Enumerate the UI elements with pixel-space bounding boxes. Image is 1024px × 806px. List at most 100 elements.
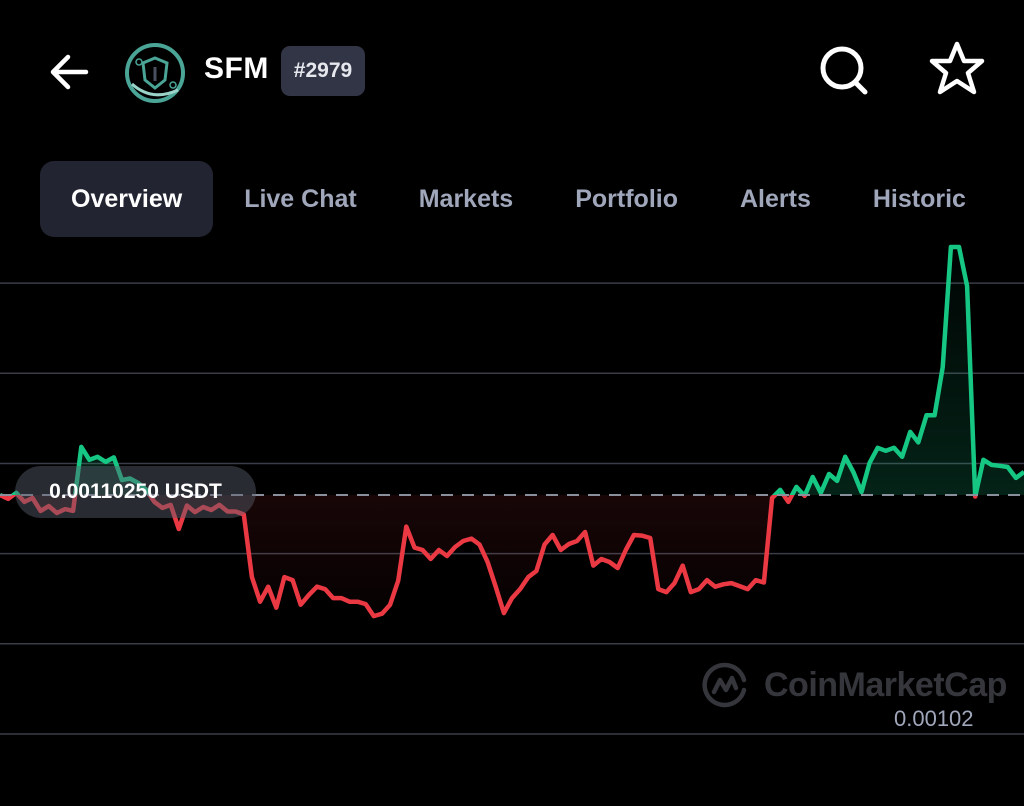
price-point	[6, 497, 10, 501]
price-point	[599, 557, 603, 561]
price-point	[827, 472, 831, 476]
price-point	[323, 587, 327, 591]
price-point	[282, 575, 286, 579]
price-point	[339, 596, 343, 600]
price-point	[949, 245, 953, 249]
price-point	[429, 557, 433, 561]
price-point	[258, 600, 262, 604]
price-point	[868, 461, 872, 465]
price-point	[673, 581, 677, 585]
price-point	[412, 546, 416, 550]
price-point	[689, 590, 693, 594]
price-point	[331, 596, 335, 600]
price-point	[551, 533, 555, 537]
price-point	[624, 548, 628, 552]
price-point	[876, 446, 880, 450]
price-point	[502, 611, 506, 615]
price-point	[445, 554, 449, 558]
price-point	[843, 455, 847, 459]
price-point	[87, 458, 91, 462]
price-point	[486, 560, 490, 564]
price-point	[1006, 465, 1010, 469]
price-point	[713, 585, 717, 589]
price-point	[534, 569, 538, 573]
price-point	[770, 496, 774, 500]
price-point	[989, 463, 993, 467]
price-point	[567, 542, 571, 546]
price-point	[315, 585, 319, 589]
price-point	[1014, 476, 1018, 480]
price-point	[250, 575, 254, 579]
price-point	[477, 543, 481, 547]
price-point	[591, 564, 595, 568]
price-point	[404, 525, 408, 529]
price-point	[648, 536, 652, 540]
price-point	[664, 590, 668, 594]
price-point	[778, 488, 782, 492]
price-point	[461, 539, 465, 543]
reference-price-label: 0.00110250 USDT	[15, 466, 256, 518]
price-point	[998, 464, 1002, 468]
price-point	[965, 284, 969, 288]
price-point	[908, 430, 912, 434]
price-point	[616, 566, 620, 570]
price-point	[705, 578, 709, 582]
price-point	[738, 584, 742, 588]
price-point	[291, 578, 295, 582]
price-point	[356, 600, 360, 604]
price-point	[307, 593, 311, 597]
price-point	[941, 365, 945, 369]
price-point	[380, 612, 384, 616]
price-point	[851, 470, 855, 474]
price-point	[396, 579, 400, 583]
price-point	[518, 587, 522, 591]
price-point	[510, 596, 514, 600]
price-point	[729, 581, 733, 585]
price-point	[754, 578, 758, 582]
coinmarketcap-watermark: CoinMarketCap	[700, 660, 1007, 710]
price-point	[347, 600, 351, 604]
price-point	[608, 560, 612, 564]
price-point	[177, 527, 181, 531]
price-point	[859, 490, 863, 494]
price-point	[421, 548, 425, 552]
price-point	[681, 564, 685, 568]
price-point	[900, 455, 904, 459]
price-point	[559, 548, 563, 552]
price-point	[437, 548, 441, 552]
price-point	[372, 614, 376, 618]
price-point	[299, 603, 303, 607]
price-point	[916, 440, 920, 444]
price-point	[526, 575, 530, 579]
price-point	[924, 413, 928, 417]
price-point	[364, 602, 368, 606]
price-point	[697, 587, 701, 591]
price-point	[543, 543, 547, 547]
min-price-label: 0.00102	[894, 706, 974, 731]
price-point	[469, 537, 473, 541]
price-point	[583, 530, 587, 534]
price-point	[112, 455, 116, 459]
price-point	[835, 479, 839, 483]
price-point	[794, 485, 798, 489]
price-point	[104, 460, 108, 464]
price-point	[96, 455, 100, 459]
price-point	[811, 475, 815, 479]
price-point	[884, 449, 888, 453]
price-point	[274, 606, 278, 610]
price-point	[933, 413, 937, 417]
price-point	[957, 245, 961, 249]
price-area-below	[0, 495, 1024, 617]
watermark-text: CoinMarketCap	[764, 665, 1007, 704]
price-point	[786, 500, 790, 504]
price-point	[388, 603, 392, 607]
price-point	[632, 533, 636, 537]
price-point	[640, 534, 644, 538]
price-point	[762, 580, 766, 584]
price-point	[79, 445, 83, 449]
price-point	[721, 582, 725, 586]
coinmarketcap-logo-icon	[702, 662, 747, 708]
price-point	[575, 539, 579, 543]
price-point	[494, 585, 498, 589]
price-point	[746, 587, 750, 591]
